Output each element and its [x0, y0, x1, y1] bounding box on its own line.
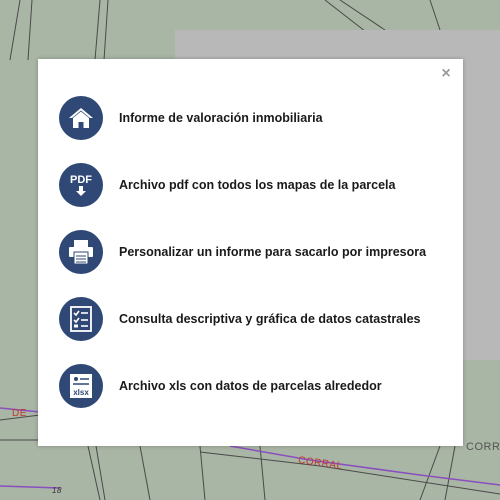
option-label: Archivo xls con datos de parcelas alrede…: [119, 379, 382, 393]
option-label: Personalizar un informe para sacarlo por…: [119, 245, 427, 259]
option-pdf-maps[interactable]: PDF Archivo pdf con todos los mapas de l…: [59, 162, 439, 208]
option-cadastral-query[interactable]: Consulta descriptiva y gráfica de datos …: [59, 296, 439, 342]
street-label: DE: [12, 408, 27, 419]
pdf-download-icon: PDF: [59, 163, 103, 207]
checklist-icon: [59, 297, 103, 341]
option-valuation-report[interactable]: Informe de valoración inmobiliaria: [59, 95, 439, 141]
option-label: Archivo pdf con todos los mapas de la pa…: [119, 178, 396, 192]
home-icon: [59, 96, 103, 140]
option-xls-parcels[interactable]: xlsx Archivo xls con datos de parcelas a…: [59, 363, 439, 409]
option-label: Consulta descriptiva y gráfica de datos …: [119, 312, 421, 326]
xlsx-icon-text: xlsx: [73, 388, 89, 397]
pdf-icon-text: PDF: [70, 174, 92, 186]
printer-icon: [59, 230, 103, 274]
close-button[interactable]: ×: [437, 65, 455, 83]
option-print-report[interactable]: Personalizar un informe para sacarlo por…: [59, 229, 439, 275]
xlsx-file-icon: xlsx: [59, 364, 103, 408]
parcel-number: 18: [52, 486, 62, 495]
street-label: CORR: [466, 441, 500, 453]
option-label: Informe de valoración inmobiliaria: [119, 111, 323, 125]
options-modal: × Informe de valoración inmobiliaria PDF…: [38, 59, 463, 446]
